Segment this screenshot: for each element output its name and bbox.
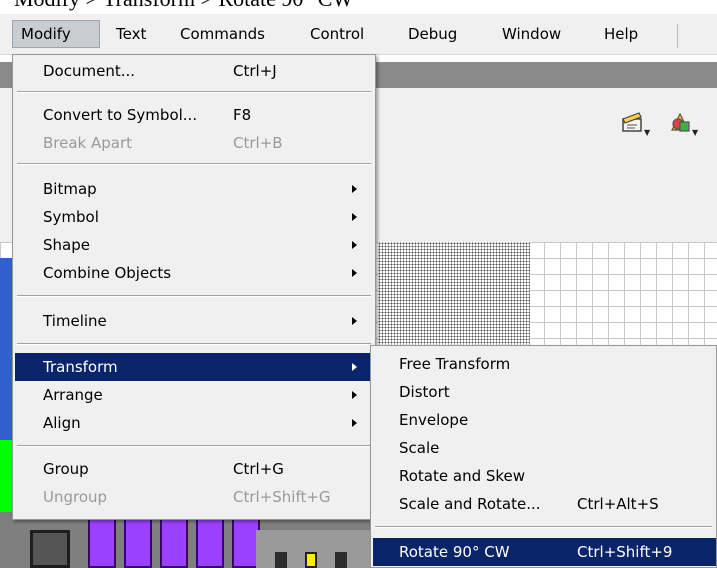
menu-separator xyxy=(17,445,371,447)
menu-item-shape[interactable]: Shape xyxy=(15,231,373,259)
menu-text[interactable]: Text xyxy=(108,20,154,48)
menu-modify[interactable]: Modify xyxy=(12,20,100,48)
menu-item-align[interactable]: Align xyxy=(15,409,373,437)
menu-item-transform[interactable]: Transform xyxy=(15,353,373,381)
menu-bar: Modify Text Commands Control Debug Windo… xyxy=(0,14,717,55)
menubar-divider xyxy=(677,24,678,48)
chevron-down-icon[interactable]: ▼ xyxy=(644,128,650,137)
menu-item-label: Shape xyxy=(43,236,90,254)
menu-item-shortcut: F8 xyxy=(233,106,252,124)
menu-separator xyxy=(375,526,712,528)
menu-item-bitmap[interactable]: Bitmap xyxy=(15,175,373,203)
menu-item-envelope[interactable]: Envelope xyxy=(373,406,716,434)
submenu-arrow-icon xyxy=(352,317,357,325)
menu-item-shortcut: Ctrl+Shift+9 xyxy=(577,543,673,561)
menu-item-document[interactable]: Document... Ctrl+J xyxy=(15,57,373,85)
menu-item-free-transform[interactable]: Free Transform xyxy=(373,350,716,378)
menu-item-label: Distort xyxy=(399,383,450,401)
menu-item-label: Ungroup xyxy=(43,488,108,506)
submenu-arrow-icon xyxy=(352,269,357,277)
stage-purple-block xyxy=(196,516,224,568)
menu-item-shortcut: Ctrl+Alt+S xyxy=(577,495,659,513)
stage-purple-block xyxy=(160,516,188,568)
menu-item-label: Timeline xyxy=(43,312,107,330)
submenu-arrow-icon xyxy=(352,213,357,221)
menu-item-label: Combine Objects xyxy=(43,264,172,282)
menu-item-timeline[interactable]: Timeline xyxy=(15,307,373,335)
menu-item-shortcut: Ctrl+B xyxy=(233,134,283,152)
menu-item-symbol[interactable]: Symbol xyxy=(15,203,373,231)
menu-item-label: Convert to Symbol... xyxy=(43,106,198,124)
menu-item-convert-to-symbol[interactable]: Convert to Symbol... F8 xyxy=(15,101,373,129)
menu-item-group[interactable]: Group Ctrl+G xyxy=(15,455,373,483)
menu-separator xyxy=(17,91,371,93)
menu-item-label: Document... xyxy=(43,62,136,80)
stage-dotted-region xyxy=(378,242,530,348)
menu-item-combine-objects[interactable]: Combine Objects xyxy=(15,259,373,287)
menu-item-scale[interactable]: Scale xyxy=(373,434,716,462)
modify-menu: Document... Ctrl+J Convert to Symbol... … xyxy=(12,54,376,520)
menu-item-arrange[interactable]: Arrange xyxy=(15,381,373,409)
chevron-down-icon[interactable]: ▼ xyxy=(692,128,698,137)
menu-item-label: Rotate and Skew xyxy=(399,467,526,485)
clapperboard-icon[interactable] xyxy=(620,110,646,134)
submenu-arrow-icon xyxy=(352,419,357,427)
caption-text: Modify > Transform > Rotate 90° CW xyxy=(14,0,534,11)
stage-mini-block xyxy=(335,552,347,568)
submenu-arrow-icon xyxy=(352,363,357,371)
menu-separator xyxy=(17,343,371,345)
menu-commands[interactable]: Commands xyxy=(172,20,273,48)
menu-item-label: Free Transform xyxy=(399,355,511,373)
stage-mini-yellow-block xyxy=(305,552,317,568)
menu-item-label: Symbol xyxy=(43,208,99,226)
stage-dark-block xyxy=(30,530,70,568)
menu-item-shortcut: Ctrl+J xyxy=(233,62,277,80)
menu-item-label: Transform xyxy=(43,358,118,376)
menu-item-label: Bitmap xyxy=(43,180,97,198)
menu-item-label: Break Apart xyxy=(43,134,133,152)
submenu-arrow-icon xyxy=(352,185,357,193)
menu-window[interactable]: Window xyxy=(494,20,569,48)
shapes-icon[interactable] xyxy=(668,110,694,134)
menu-item-label: Group xyxy=(43,460,89,478)
menu-item-ungroup[interactable]: Ungroup Ctrl+Shift+G xyxy=(15,483,373,511)
menu-item-break-apart[interactable]: Break Apart Ctrl+B xyxy=(15,129,373,157)
menu-item-label: Rotate 90° CW xyxy=(399,543,510,561)
stage-purple-block xyxy=(88,516,116,568)
menu-item-shortcut: Ctrl+G xyxy=(233,460,284,478)
transform-submenu: Free Transform Distort Envelope Scale Ro… xyxy=(370,345,717,568)
stage-purple-block xyxy=(124,516,152,568)
menu-item-scale-and-rotate[interactable]: Scale and Rotate... Ctrl+Alt+S xyxy=(373,490,716,518)
menu-item-distort[interactable]: Distort xyxy=(373,378,716,406)
menu-separator xyxy=(17,295,371,297)
menu-control[interactable]: Control xyxy=(302,20,372,48)
menu-item-label: Scale xyxy=(399,439,440,457)
menu-item-rotate-90-cw[interactable]: Rotate 90° CW Ctrl+Shift+9 xyxy=(373,538,716,566)
submenu-arrow-icon xyxy=(352,391,357,399)
submenu-arrow-icon xyxy=(352,241,357,249)
menu-item-rotate-and-skew[interactable]: Rotate and Skew xyxy=(373,462,716,490)
menu-debug[interactable]: Debug xyxy=(400,20,465,48)
menu-item-label: Scale and Rotate... xyxy=(399,495,541,513)
stage-mini-block xyxy=(275,552,287,568)
menu-help[interactable]: Help xyxy=(596,20,646,48)
menu-item-label: Envelope xyxy=(399,411,469,429)
menu-item-label: Arrange xyxy=(43,386,103,404)
menu-separator xyxy=(17,163,371,165)
menu-item-shortcut: Ctrl+Shift+G xyxy=(233,488,331,506)
menu-item-label: Align xyxy=(43,414,81,432)
